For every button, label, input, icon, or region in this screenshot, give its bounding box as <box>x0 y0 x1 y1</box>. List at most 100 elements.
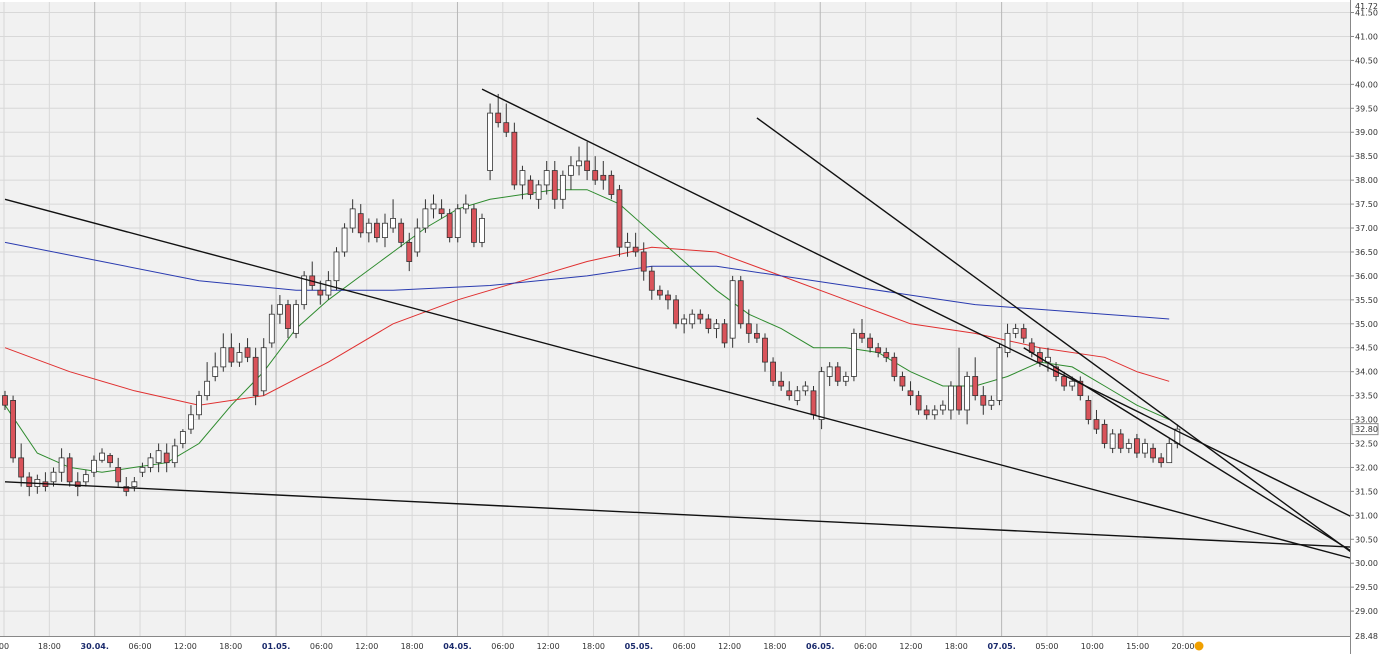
candle <box>729 275 736 348</box>
candle-body <box>503 122 510 133</box>
candle-body <box>964 376 971 411</box>
candle-body <box>519 170 526 186</box>
candle-body <box>454 208 461 238</box>
candle-body <box>357 213 364 234</box>
candle-body <box>592 170 599 181</box>
candle-body <box>91 459 97 473</box>
candle-body <box>268 313 275 344</box>
candle-body <box>907 390 914 397</box>
candle <box>673 295 679 329</box>
candle-body <box>293 304 299 334</box>
candle-body <box>980 395 987 406</box>
candle-body <box>131 481 138 487</box>
candle-body <box>446 213 453 238</box>
y-tick-label: 29.50 <box>1355 583 1378 592</box>
chart-canvas[interactable]: 41.72 28.48 32.80 41.5041.0040.5040.0039… <box>0 0 1400 654</box>
candle-body <box>859 332 865 339</box>
candle-body <box>365 222 372 234</box>
candle-body <box>939 404 946 411</box>
candle-body <box>956 385 962 411</box>
candle-body <box>252 356 259 397</box>
candle-body <box>551 170 558 200</box>
last-price-label: 32.80 <box>1355 425 1378 434</box>
candle-body <box>665 294 671 301</box>
candle-body <box>349 208 356 229</box>
candle <box>341 223 348 257</box>
candle-body <box>1004 332 1011 353</box>
y-axis-bottom-label: 28.48 <box>1355 632 1378 641</box>
candle-body <box>972 376 979 397</box>
candle-body <box>374 222 380 238</box>
candle-body <box>58 457 65 473</box>
candle-body <box>883 352 890 358</box>
candle-body <box>1117 433 1124 449</box>
candle-body <box>430 203 437 210</box>
candle-body <box>923 409 930 416</box>
indicator-dot <box>1194 641 1204 651</box>
candle <box>737 275 744 329</box>
y-tick-label: 39.00 <box>1355 128 1378 137</box>
candle-body <box>616 189 623 248</box>
status-indicator-icon[interactable] <box>1194 641 1204 651</box>
candle-body <box>826 366 833 377</box>
candle-body <box>341 227 348 253</box>
candle-body <box>705 318 712 329</box>
candle-body <box>390 218 396 229</box>
y-tick-label: 33.00 <box>1355 416 1378 425</box>
y-tick-label: 29.00 <box>1355 607 1378 616</box>
candle-body <box>204 380 211 397</box>
candle-body <box>656 289 663 296</box>
y-tick-label: 36.00 <box>1355 272 1378 281</box>
y-tick-label: 35.00 <box>1355 320 1378 329</box>
candlestick-chart[interactable]: 41.72 28.48 32.80 41.50 41.00 40.50 40.00 39… <box>0 0 1400 654</box>
candle-body <box>139 467 146 473</box>
candle-body <box>495 112 502 124</box>
candle-body <box>236 352 243 363</box>
x-tick-label: 06.05. <box>806 642 834 651</box>
x-tick-label: 04.05. <box>443 642 471 651</box>
candle-body <box>1134 438 1140 454</box>
candle-body <box>171 445 178 464</box>
candle-body <box>1109 433 1116 449</box>
candle-body <box>1101 423 1108 444</box>
candle-body <box>511 131 518 186</box>
x-tick-label: 18:00 <box>582 642 605 651</box>
candle-body <box>794 390 801 401</box>
candle-body <box>535 184 542 200</box>
candle-body <box>276 304 283 315</box>
candle-body <box>713 323 720 329</box>
candle <box>66 453 73 487</box>
candle-body <box>325 280 332 296</box>
candle-body <box>697 313 704 320</box>
y-tick-label: 37.50 <box>1355 200 1378 209</box>
candle-body <box>115 467 122 483</box>
candle <box>616 184 623 257</box>
candle-body <box>1012 328 1019 334</box>
y-tick-label: 32.50 <box>1355 440 1378 449</box>
x-tick-label: 06:00 <box>854 642 877 651</box>
x-tick-label: 12:00 <box>718 642 741 651</box>
candle <box>851 328 857 382</box>
candle-body <box>842 376 849 382</box>
candle-body <box>179 431 186 444</box>
candle-body <box>1158 457 1165 464</box>
candle <box>471 204 477 248</box>
x-tick-label: 18:00 <box>945 642 968 651</box>
candle-body <box>1093 419 1100 430</box>
x-tick-label: 18:00 <box>38 642 61 651</box>
candle-body <box>1085 400 1092 420</box>
candle-body <box>50 471 57 483</box>
y-tick-label: 34.50 <box>1355 344 1378 353</box>
candle-body <box>640 251 647 272</box>
candle <box>818 366 825 430</box>
candle-body <box>471 208 477 243</box>
candle-body <box>681 318 688 325</box>
candle-body <box>163 452 170 464</box>
candle <box>479 213 485 248</box>
candle-body <box>915 395 922 411</box>
candle-body <box>899 376 906 387</box>
candle-body <box>875 347 882 353</box>
candle-body <box>745 323 752 334</box>
x-tick-label: 30.04. <box>81 642 109 651</box>
candle <box>996 342 1003 406</box>
